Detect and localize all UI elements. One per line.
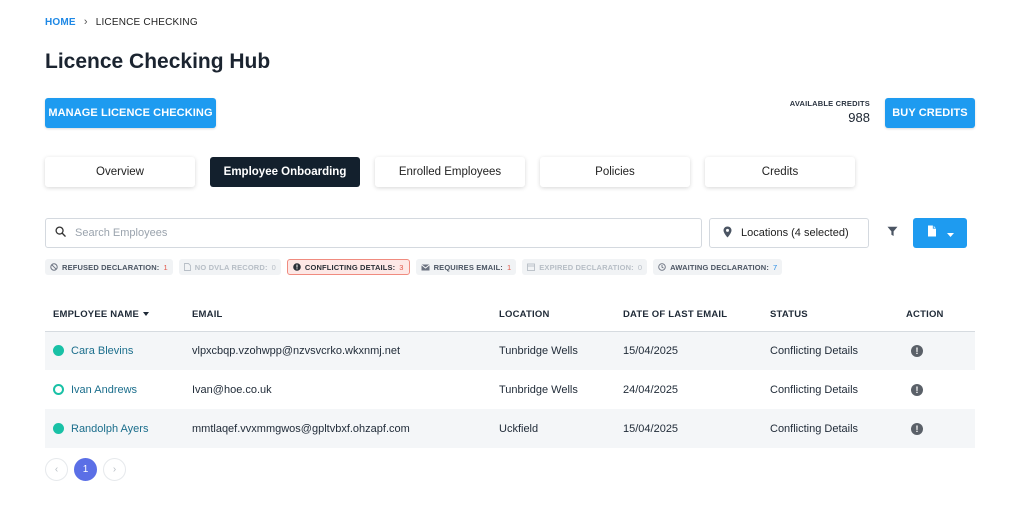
buy-credits-button[interactable]: BUY CREDITS bbox=[885, 98, 975, 128]
breadcrumb-home-link[interactable]: HOME bbox=[45, 17, 76, 28]
pagination-prev-button[interactable]: ‹ bbox=[45, 458, 68, 481]
search-box bbox=[45, 218, 702, 248]
chip-label: NO DVLA RECORD: bbox=[194, 262, 268, 272]
table-header-row: EMPLOYEE NAME EMAIL LOCATION DATE OF LAS… bbox=[45, 298, 975, 332]
pagination: ‹ 1 › bbox=[45, 458, 126, 481]
employee-name-link[interactable]: Ivan Andrews bbox=[71, 384, 137, 396]
exclamation-circle-icon bbox=[293, 263, 301, 271]
tab-overview[interactable]: Overview bbox=[45, 157, 195, 187]
chip-label: CONFLICTING DETAILS: bbox=[304, 262, 396, 272]
chip-label: AWAITING DECLARATION: bbox=[670, 262, 769, 272]
email-cell: vlpxcbqp.vzohwpp@nzvsvcrko.wkxnmj.net bbox=[192, 331, 499, 370]
chip-count: 0 bbox=[271, 262, 276, 272]
location-cell: Tunbridge Wells bbox=[499, 331, 623, 370]
file-icon bbox=[927, 224, 937, 242]
chip-count: 7 bbox=[772, 262, 778, 272]
tab-enrolled-employees[interactable]: Enrolled Employees bbox=[375, 157, 525, 187]
tab-bar: Overview Employee Onboarding Enrolled Em… bbox=[45, 157, 855, 187]
breadcrumb-chevron-icon: › bbox=[83, 16, 88, 28]
chip-count: 3 bbox=[399, 262, 404, 272]
exclamation-circle-icon[interactable]: ! bbox=[911, 383, 923, 396]
clock-icon bbox=[658, 263, 666, 271]
employees-table: EMPLOYEE NAME EMAIL LOCATION DATE OF LAS… bbox=[45, 298, 975, 448]
chip-no-dvla-record[interactable]: NO DVLA RECORD: 0 bbox=[178, 259, 281, 275]
exclamation-circle-icon[interactable]: ! bbox=[911, 344, 923, 357]
calendar-icon bbox=[527, 263, 536, 271]
pagination-page-1[interactable]: 1 bbox=[74, 458, 97, 481]
location-cell: Uckfield bbox=[499, 409, 623, 448]
export-button[interactable] bbox=[913, 218, 967, 248]
envelope-icon bbox=[420, 263, 430, 270]
breadcrumb: HOME › LICENCE CHECKING bbox=[45, 16, 198, 28]
status-cell: Conflicting Details bbox=[770, 409, 906, 448]
tab-policies[interactable]: Policies bbox=[540, 157, 690, 187]
status-cell: Conflicting Details bbox=[770, 331, 906, 370]
locations-dropdown[interactable]: Locations (4 selected) bbox=[709, 218, 869, 248]
email-cell: Ivan@hoe.co.uk bbox=[192, 383, 272, 396]
document-icon bbox=[183, 263, 191, 271]
chip-count: 1 bbox=[163, 262, 168, 272]
pagination-next-button[interactable]: › bbox=[103, 458, 126, 481]
date-cell: 15/04/2025 bbox=[623, 331, 770, 370]
chip-count: 1 bbox=[506, 262, 512, 272]
map-pin-icon bbox=[723, 226, 732, 241]
chip-conflicting-details[interactable]: CONFLICTING DETAILS: 3 bbox=[286, 259, 410, 275]
column-header-date-of-last-email: DATE OF LAST EMAIL bbox=[623, 298, 770, 332]
search-input[interactable] bbox=[75, 227, 635, 239]
chip-label: REQUIRES EMAIL: bbox=[433, 262, 503, 272]
filter-button[interactable] bbox=[882, 222, 902, 244]
chip-expired-declaration[interactable]: EXPIRED DECLARATION: 0 bbox=[522, 259, 648, 275]
chip-awaiting-declaration[interactable]: AWAITING DECLARATION: 7 bbox=[653, 259, 783, 275]
exclamation-circle-icon[interactable]: ! bbox=[911, 422, 923, 435]
page-title: Licence Checking Hub bbox=[45, 50, 271, 73]
tab-employee-onboarding[interactable]: Employee Onboarding bbox=[210, 157, 360, 187]
status-indicator-icon bbox=[53, 384, 64, 395]
column-header-email: EMAIL bbox=[192, 298, 499, 332]
column-header-employee-name[interactable]: EMPLOYEE NAME bbox=[45, 298, 192, 332]
email-cell: mmtlaqef.vvxmmgwos@gpltvbxf.ohzapf.com bbox=[192, 409, 499, 448]
available-credits-value: 988 bbox=[848, 110, 870, 125]
employee-name-link[interactable]: Cara Blevins bbox=[71, 345, 133, 357]
chip-label: EXPIRED DECLARATION: bbox=[539, 262, 634, 272]
table-row: Ivan Andrews Ivan@hoe.co.uk Tunbridge We… bbox=[45, 370, 975, 409]
location-cell: Tunbridge Wells bbox=[499, 383, 578, 396]
table-row: Cara Blevins vlpxcbqp.vzohwpp@nzvsvcrko.… bbox=[45, 331, 975, 370]
tab-credits[interactable]: Credits bbox=[705, 157, 855, 187]
column-header-location: LOCATION bbox=[499, 298, 623, 332]
employee-name-link[interactable]: Randolph Ayers bbox=[71, 423, 148, 435]
table-row: Randolph Ayers mmtlaqef.vvxmmgwos@gpltvb… bbox=[45, 409, 975, 448]
manage-licence-checking-button[interactable]: MANAGE LICENCE CHECKING bbox=[45, 98, 216, 128]
breadcrumb-current: LICENCE CHECKING bbox=[95, 16, 198, 28]
chip-refused-declaration[interactable]: REFUSED DECLARATION: 1 bbox=[45, 259, 173, 275]
filter-icon bbox=[887, 224, 898, 242]
available-credits: AVAILABLE CREDITS 988 bbox=[790, 99, 870, 125]
caret-down-icon bbox=[946, 224, 954, 242]
locations-label: Locations (4 selected) bbox=[741, 227, 849, 239]
chip-label: REFUSED DECLARATION: bbox=[62, 262, 160, 272]
status-indicator-icon bbox=[53, 345, 64, 357]
available-credits-label: AVAILABLE CREDITS bbox=[789, 99, 870, 108]
chip-count: 0 bbox=[637, 262, 643, 272]
search-icon bbox=[55, 224, 66, 242]
date-cell: 15/04/2025 bbox=[623, 409, 770, 448]
sort-down-icon bbox=[143, 312, 149, 317]
ban-icon bbox=[50, 263, 58, 271]
column-header-status: STATUS bbox=[770, 298, 906, 332]
date-cell: 24/04/2025 bbox=[623, 383, 679, 396]
chip-requires-email[interactable]: REQUIRES EMAIL: 1 bbox=[415, 259, 517, 275]
status-filter-chips: REFUSED DECLARATION: 1 NO DVLA RECORD: 0… bbox=[45, 259, 783, 275]
status-indicator-icon bbox=[53, 423, 64, 434]
status-cell: Conflicting Details bbox=[770, 383, 859, 396]
column-header-action: ACTION bbox=[906, 298, 975, 332]
